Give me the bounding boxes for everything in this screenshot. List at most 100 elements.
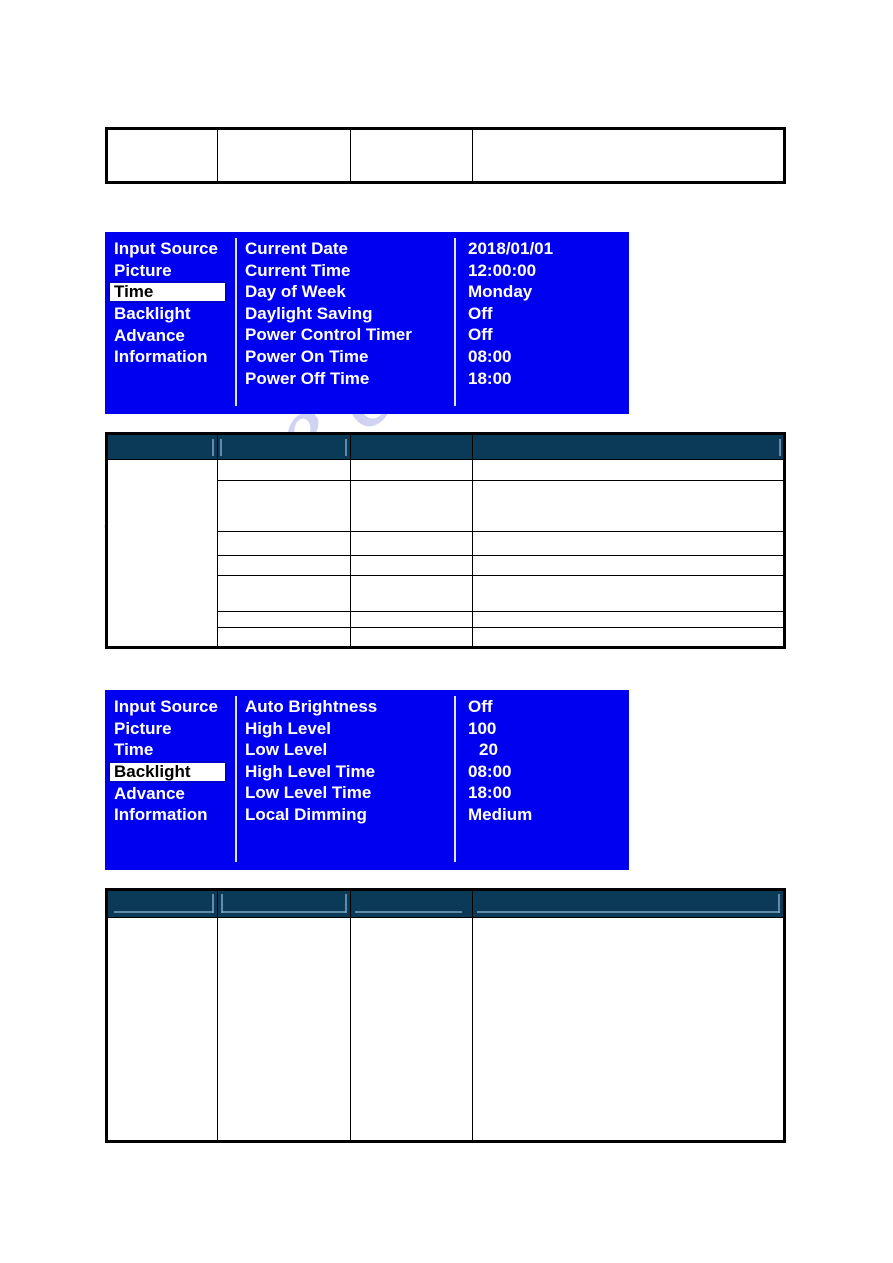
osd-value-daylight-saving[interactable]: Off [468,303,629,325]
osd-item-power-on-time[interactable]: Power On Time [245,346,458,368]
header-underline-icon [355,911,462,913]
table-cell [350,627,473,648]
table-cell [472,555,785,576]
table-header-row [106,889,785,918]
sidebar-item-backlight[interactable]: Backlight [108,760,227,783]
table-cell [350,575,473,612]
table-cell [217,555,351,576]
table-cell [350,555,473,576]
table-cell [472,459,785,481]
table-row [106,917,785,1142]
table-cell [350,128,473,183]
sidebar-item-information[interactable]: Information [114,804,234,826]
osd-value-current-time[interactable]: 12:00:00 [468,260,629,282]
time-menu-description-table [105,432,786,649]
sidebar-item-picture[interactable]: Picture [114,260,234,282]
table-cell [106,459,218,648]
table-cell [217,531,351,556]
osd-value-power-on-time[interactable]: 08:00 [468,346,629,368]
table-header-cell [106,889,218,918]
osd-value-power-off-time[interactable]: 18:00 [468,368,629,390]
osd-item-low-level-time[interactable]: Low Level Time [245,782,458,804]
table-cell [217,128,351,183]
sidebar-item-time[interactable]: Time [114,739,234,761]
table-header-cell [217,889,351,918]
table-cell [217,480,351,532]
sidebar-item-input-source[interactable]: Input Source [114,696,234,718]
osd-item-current-time[interactable]: Current Time [245,260,458,282]
osd-sidebar[interactable]: Input Source Picture Time Backlight Adva… [105,232,234,414]
sidebar-item-advance[interactable]: Advance [114,783,234,805]
osd-item-values[interactable]: 2018/01/01 12:00:00 Monday Off Off 08:00… [458,232,629,414]
osd-value-low-level[interactable]: 20 [468,739,629,761]
sidebar-item-input-source[interactable]: Input Source [114,238,234,260]
osd-item-power-control-timer[interactable]: Power Control Timer [245,324,458,346]
table-cell [217,917,351,1142]
table-cell [217,627,351,648]
sidebar-item-picture[interactable]: Picture [114,718,234,740]
table-header-cell [350,889,473,918]
osd-item-high-level[interactable]: High Level [245,718,458,740]
top-empty-table [105,127,786,184]
table-cell [472,128,785,183]
table-cell [217,575,351,612]
table-header-cell [472,889,785,918]
table-header-cell [472,433,785,460]
osd-divider-2 [454,238,456,406]
header-underline-icon [221,911,347,913]
table-cell [472,575,785,612]
osd-item-current-date[interactable]: Current Date [245,238,458,260]
table-header-cell [106,433,218,460]
table-header-cell [350,433,473,460]
sidebar-item-time[interactable]: Time [108,281,227,304]
osd-divider-2 [454,696,456,862]
osd-item-labels[interactable]: Current Date Current Time Day of Week Da… [234,232,458,414]
osd-value-high-level[interactable]: 100 [468,718,629,740]
backlight-osd-menu[interactable]: Input Source Picture Time Backlight Adva… [105,690,629,870]
osd-item-power-off-time[interactable]: Power Off Time [245,368,458,390]
table-header-row [106,433,785,460]
osd-item-auto-brightness[interactable]: Auto Brightness [245,696,458,718]
table-header-cell [217,433,351,460]
table-cell [350,917,473,1142]
osd-value-day-of-week[interactable]: Monday [468,281,629,303]
osd-item-labels[interactable]: Auto Brightness High Level Low Level Hig… [234,690,458,870]
table-cell [106,917,218,1142]
osd-value-high-level-time[interactable]: 08:00 [468,761,629,783]
table-cell [472,611,785,628]
osd-value-current-date[interactable]: 2018/01/01 [468,238,629,260]
osd-value-power-control-timer[interactable]: Off [468,324,629,346]
osd-value-auto-brightness[interactable]: Off [468,696,629,718]
table-cell [217,459,351,481]
header-underline-icon [114,911,214,913]
sidebar-item-backlight[interactable]: Backlight [114,303,234,325]
table-row [106,128,785,183]
sidebar-item-advance[interactable]: Advance [114,325,234,347]
osd-item-values[interactable]: Off 100 20 08:00 18:00 Medium [458,690,629,870]
osd-value-low-level-time[interactable]: 18:00 [468,782,629,804]
header-mark-icon [220,439,222,456]
document-page: lshive.com Input Source Picture Time Bac… [0,0,893,1263]
table-row [106,459,785,648]
table-cell [472,480,785,532]
table-cell [350,480,473,532]
table-cell [350,611,473,628]
header-mark-icon [345,439,347,456]
sidebar-item-information[interactable]: Information [114,346,234,368]
osd-item-daylight-saving[interactable]: Daylight Saving [245,303,458,325]
table-cell [472,627,785,648]
time-osd-menu[interactable]: Input Source Picture Time Backlight Adva… [105,232,629,414]
header-mark-icon [779,439,781,456]
osd-value-local-dimming[interactable]: Medium [468,804,629,826]
osd-item-high-level-time[interactable]: High Level Time [245,761,458,783]
table-cell [350,531,473,556]
header-underline-icon [477,911,780,913]
table-cell [472,531,785,556]
header-mark-icon [212,439,214,456]
table-cell [217,611,351,628]
osd-item-low-level[interactable]: Low Level [245,739,458,761]
table-cell [106,128,218,183]
osd-item-local-dimming[interactable]: Local Dimming [245,804,458,826]
osd-sidebar[interactable]: Input Source Picture Time Backlight Adva… [105,690,234,870]
osd-item-day-of-week[interactable]: Day of Week [245,281,458,303]
